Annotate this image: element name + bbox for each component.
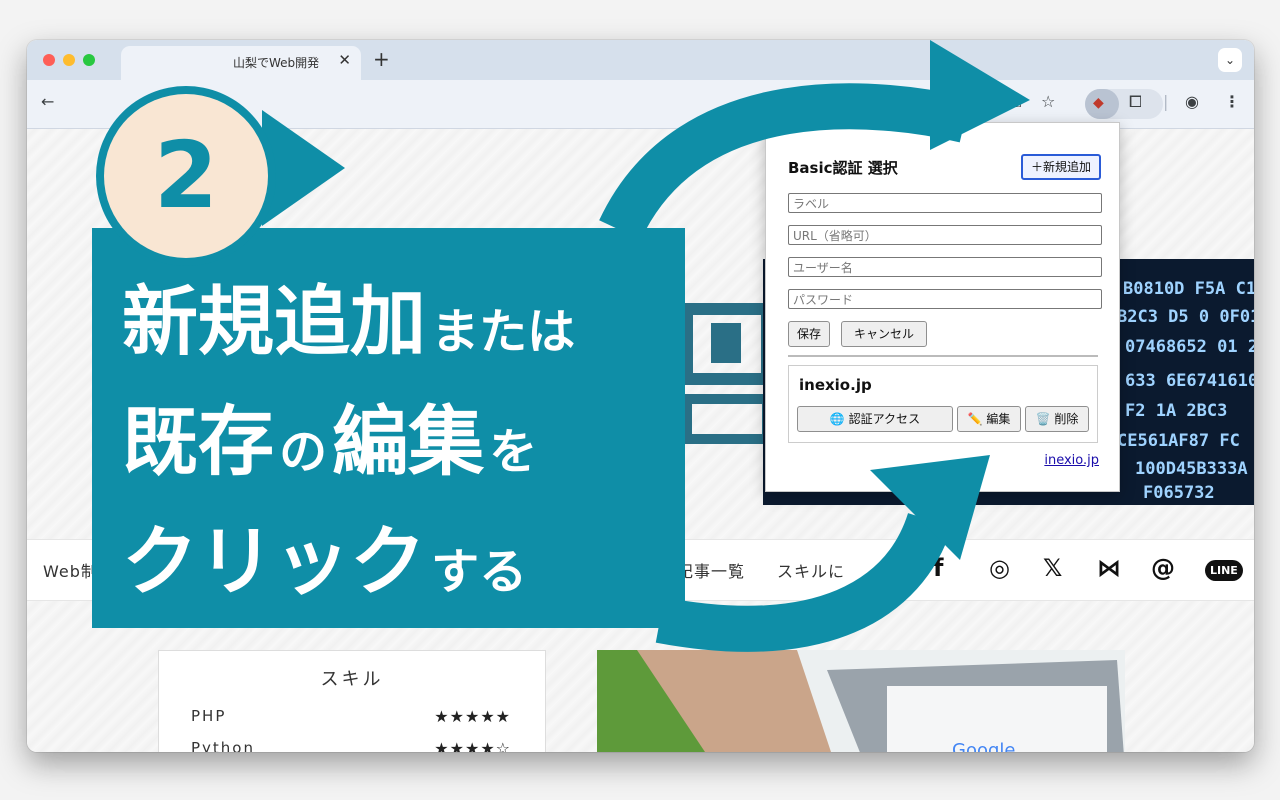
instruction-text: 既存 bbox=[122, 397, 274, 486]
instruction-text: または bbox=[431, 304, 576, 360]
instruction-text: する bbox=[431, 544, 528, 600]
instruction-text: を bbox=[489, 424, 538, 480]
instruction-text: の bbox=[279, 424, 328, 480]
instruction-line-1: 新規追加 または bbox=[122, 260, 575, 370]
instruction-text: 新規追加 bbox=[122, 277, 426, 366]
instruction-line-2: 既存 の 編集 を bbox=[122, 380, 537, 490]
instruction-line-3: クリック する bbox=[122, 500, 527, 610]
instruction-text: クリック bbox=[122, 517, 426, 606]
step-number: 2 bbox=[153, 122, 218, 229]
arrow-head-top bbox=[930, 40, 1030, 150]
instruction-text: 編集 bbox=[332, 397, 485, 486]
